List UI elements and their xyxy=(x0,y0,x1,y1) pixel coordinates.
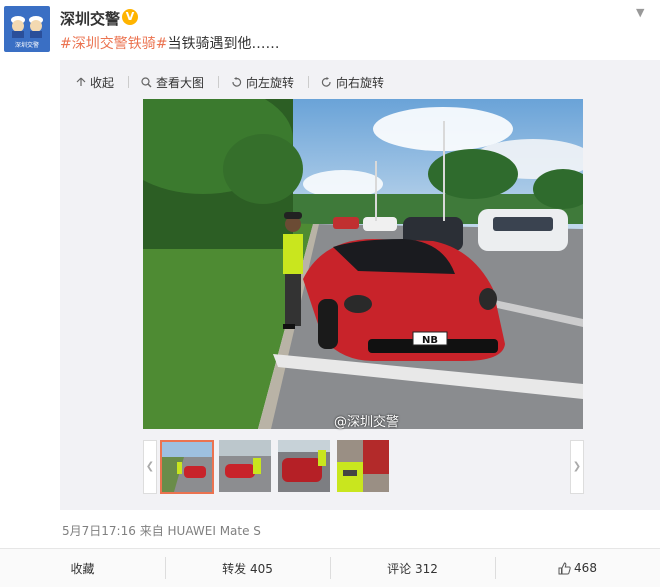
search-icon xyxy=(141,76,152,87)
arrow-up-icon xyxy=(76,77,86,86)
view-large-label: 查看大图 xyxy=(156,75,205,90)
repost-button[interactable]: 转发 405 xyxy=(165,549,330,587)
rotate-left-label: 向左旋转 xyxy=(246,75,295,90)
thumbs-up-icon xyxy=(558,561,571,574)
post-photo[interactable] xyxy=(143,99,583,429)
thumbnail-1[interactable] xyxy=(160,440,214,494)
thumb-officer-icon xyxy=(337,440,389,492)
like-button[interactable]: 468 xyxy=(495,549,660,587)
chevron-down-icon[interactable]: ▼ xyxy=(636,6,644,19)
verified-badge-icon: V xyxy=(122,9,138,25)
thumbnail-3[interactable] xyxy=(278,440,330,492)
toolbar-divider xyxy=(218,76,220,88)
favorite-label: 收藏 xyxy=(70,561,95,576)
thumb-car-icon xyxy=(278,440,330,492)
comment-button[interactable]: 评论 312 xyxy=(330,549,495,587)
post-text: #深圳交警铁骑#当铁骑遇到他…… xyxy=(60,33,279,53)
action-bar: 收藏 转发 405 评论 312 468 xyxy=(0,548,660,587)
rotate-left-icon xyxy=(232,76,242,87)
thumb-car-icon xyxy=(219,440,271,492)
device-name[interactable]: HUAWEI Mate S xyxy=(168,524,261,538)
toolbar-divider xyxy=(128,76,130,88)
view-large-button[interactable]: 查看大图 xyxy=(141,72,204,92)
avatar-caption: 深圳交警 xyxy=(14,42,39,49)
license-plate: NB xyxy=(422,335,438,346)
thumbnail-strip: ❮ ❯ xyxy=(143,440,584,495)
favorite-button[interactable]: 收藏 xyxy=(0,549,165,587)
photo-scene xyxy=(143,99,583,429)
avatar[interactable]: 深圳交警 xyxy=(4,6,50,52)
repost-label: 转发 405 xyxy=(222,561,273,576)
toolbar-divider xyxy=(308,76,310,88)
image-toolbar: 收起 查看大图 向左旋转 向右旋转 xyxy=(76,72,398,92)
prev-arrow-icon[interactable]: ❮ xyxy=(143,440,157,494)
from-label: 来自 xyxy=(139,524,164,538)
rotate-right-label: 向右旋转 xyxy=(336,75,385,90)
like-count: 468 xyxy=(574,561,597,575)
thumbnail-4[interactable] xyxy=(337,440,389,492)
thumb-car-icon xyxy=(162,442,212,492)
post-meta: 5月7日17:16 来自 HUAWEI Mate S xyxy=(62,522,261,539)
collapse-button[interactable]: 收起 xyxy=(76,72,114,92)
thumbnail-2[interactable] xyxy=(219,440,271,492)
collapse-label: 收起 xyxy=(90,75,115,90)
rotate-left-button[interactable]: 向左旋转 xyxy=(231,72,294,92)
comment-label: 评论 312 xyxy=(387,561,438,576)
rotate-right-button[interactable]: 向右旋转 xyxy=(321,72,384,92)
username[interactable]: 深圳交警 xyxy=(60,8,120,29)
rotate-right-icon xyxy=(321,76,331,87)
police-avatar-icon xyxy=(11,16,43,38)
next-arrow-icon[interactable]: ❯ xyxy=(570,440,584,494)
post-time[interactable]: 5月7日17:16 xyxy=(62,524,136,538)
post-body: 当铁骑遇到他…… xyxy=(167,36,280,52)
watermark: @深圳交警 xyxy=(334,415,400,430)
hashtag-link[interactable]: #深圳交警铁骑# xyxy=(60,36,167,52)
